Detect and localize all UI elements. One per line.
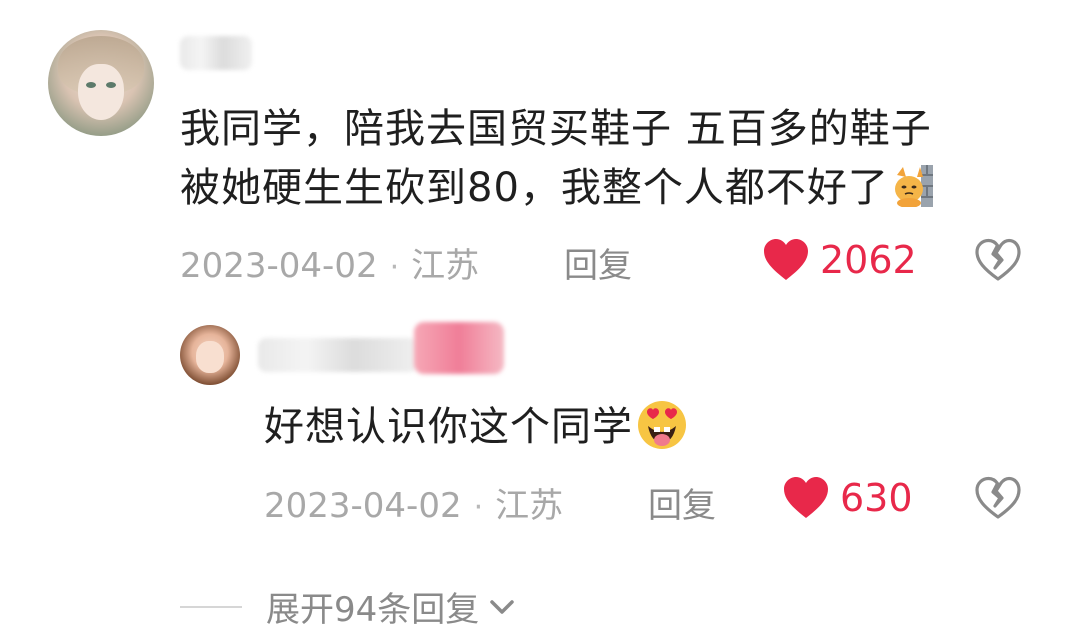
- reply-location: 江苏: [495, 486, 564, 526]
- comment-location: 江苏: [411, 246, 480, 286]
- expand-divider-line: [180, 605, 242, 608]
- expand-replies-button[interactable]: 展开94条回复: [180, 582, 517, 631]
- reply-like-count: 630: [840, 476, 913, 520]
- comment-like-button[interactable]: 2062: [762, 238, 917, 282]
- heart-icon: [764, 239, 808, 280]
- reply-text-content: 好想认识你这个同学: [264, 404, 633, 450]
- broken-heart-icon: [975, 238, 1021, 281]
- chevron-down-icon: [490, 599, 515, 614]
- comment-like-count: 2062: [820, 238, 917, 282]
- comment-text-line-1: 我同学，陪我去国贸买鞋子 五百多的鞋子: [180, 106, 932, 152]
- reply-dislike-button[interactable]: [974, 476, 1022, 520]
- comment-dislike-button[interactable]: [974, 238, 1022, 282]
- comment-date: 2023-04-02: [180, 246, 378, 286]
- commenter-name-redacted[interactable]: [180, 36, 252, 70]
- comment-reply-button[interactable]: 回复: [564, 238, 632, 287]
- comment-text-line-2-content: 被她硬生生砍到80，我整个人都不好了: [180, 165, 889, 211]
- separator-dot: ·: [389, 250, 400, 285]
- reply-like-button[interactable]: 630: [782, 476, 913, 520]
- replier-name-redacted[interactable]: [258, 338, 418, 372]
- comment-meta: 2023-04-02 · 江苏: [180, 238, 479, 287]
- expand-replies-label: 展开94条回复: [266, 590, 480, 630]
- commenter-avatar[interactable]: [48, 30, 154, 136]
- reply-reply-button[interactable]: 回复: [648, 478, 716, 527]
- reply-text: 好想认识你这个同学: [264, 398, 689, 455]
- separator-dot: ·: [473, 490, 484, 525]
- comment-text-line-2: 被她硬生生砍到80，我整个人都不好了: [180, 160, 933, 216]
- broken-heart-icon: [975, 476, 1021, 519]
- heart-icon: [784, 477, 828, 518]
- heart-eyes-tongue-face-icon: [635, 398, 689, 450]
- reply-meta: 2023-04-02 · 江苏: [264, 478, 563, 527]
- replier-badge-redacted: [414, 322, 504, 374]
- replier-avatar[interactable]: [180, 325, 240, 385]
- cat-face-with-wall-icon: [893, 165, 933, 208]
- reply-date: 2023-04-02: [264, 486, 462, 526]
